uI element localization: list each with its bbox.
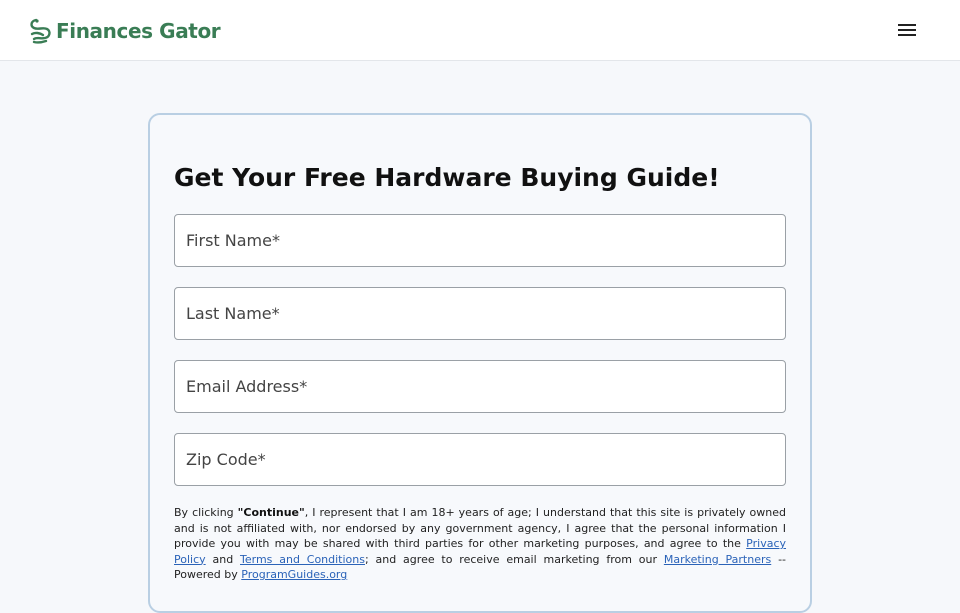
- menu-button[interactable]: [893, 18, 921, 42]
- brand-name: Finances Gator: [56, 19, 221, 43]
- disclaimer-prefix: By clicking: [174, 506, 238, 519]
- email-input[interactable]: [174, 360, 786, 413]
- top-bar: Finances Gator: [0, 0, 960, 61]
- hamburger-menu-icon: [898, 24, 916, 36]
- signup-card: Get Your Free Hardware Buying Guide! By …: [148, 113, 812, 613]
- disclaimer-and: and: [205, 552, 241, 566]
- brand-logo[interactable]: Finances Gator: [28, 17, 221, 45]
- last-name-input[interactable]: [174, 287, 786, 340]
- terms-conditions-link[interactable]: Terms and Conditions: [240, 553, 365, 566]
- gator-coil-icon: [30, 18, 51, 44]
- marketing-partners-link[interactable]: Marketing Partners: [664, 553, 771, 566]
- form-title: Get Your Free Hardware Buying Guide!: [174, 163, 720, 192]
- disclaimer-text-2: ; and agree to receive email marketing f…: [365, 552, 664, 566]
- first-name-input[interactable]: [174, 214, 786, 267]
- program-guides-link[interactable]: ProgramGuides.org: [241, 568, 347, 581]
- zip-code-input[interactable]: [174, 433, 786, 486]
- consent-disclaimer: By clicking "Continue", I represent that…: [174, 505, 786, 583]
- continue-keyword: "Continue": [237, 506, 305, 519]
